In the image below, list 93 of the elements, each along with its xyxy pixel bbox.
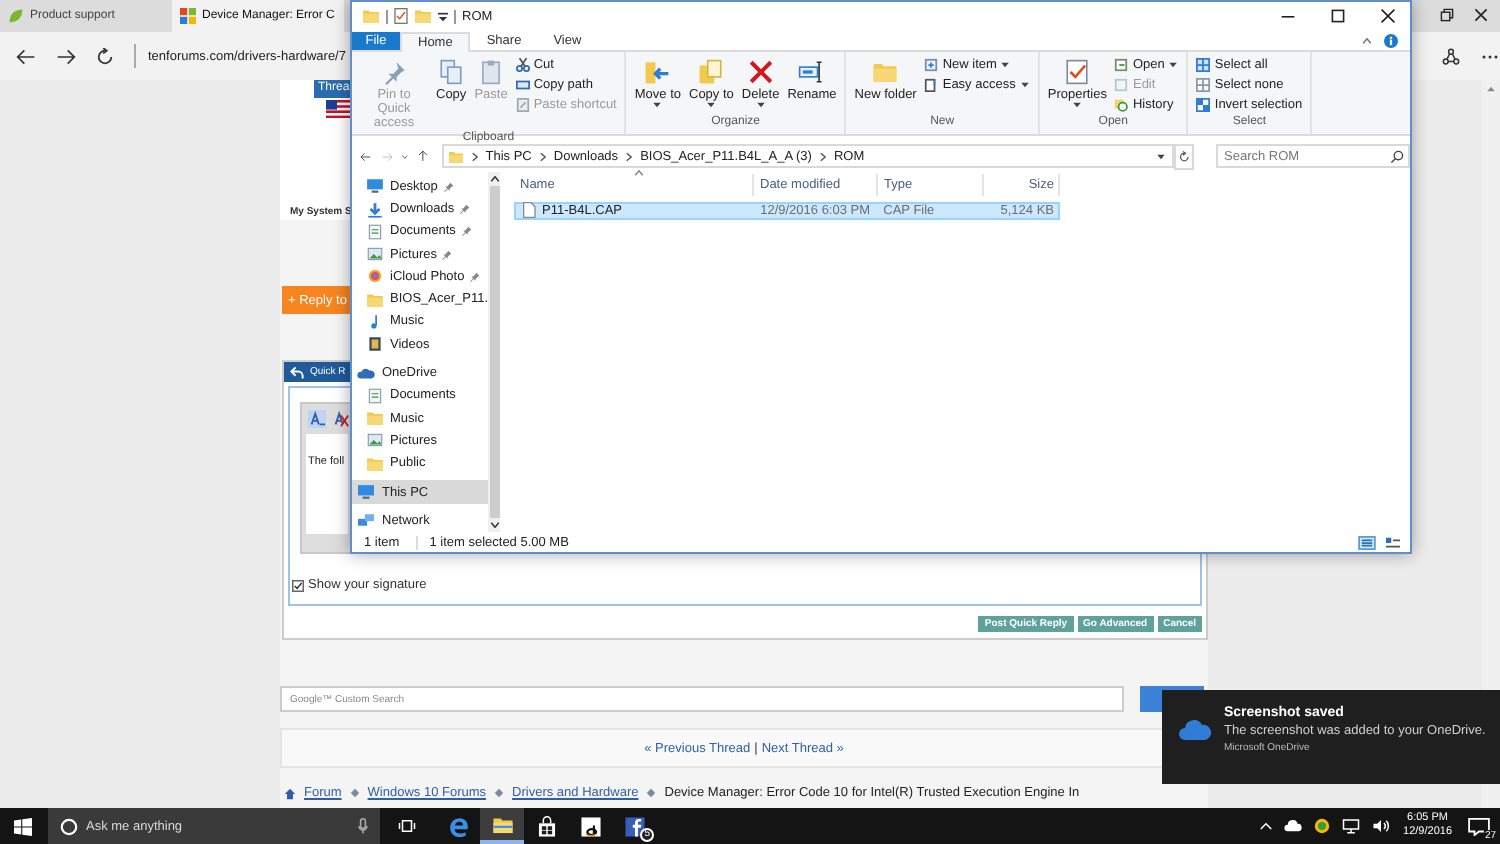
folder-pages-icon	[698, 57, 725, 86]
scroll-up-icon	[1486, 86, 1496, 92]
delete-icon	[747, 57, 774, 86]
help-icon[interactable]	[1384, 33, 1398, 48]
f-tile-icon	[623, 815, 645, 837]
four-squares-icon	[180, 8, 196, 24]
folder-arrow-icon	[644, 57, 671, 86]
volume-icon[interactable]	[1371, 818, 1390, 834]
network-icon	[356, 512, 376, 529]
shopping-bag-icon	[535, 815, 557, 837]
document-icon	[366, 387, 384, 404]
task-view-button[interactable]	[398, 818, 416, 834]
chevron-icon	[539, 151, 546, 162]
signature-checkbox[interactable]	[292, 579, 304, 591]
details-view-button[interactable]	[1358, 535, 1376, 549]
chevron-icon	[626, 151, 633, 162]
edit-icon	[1114, 78, 1129, 93]
home-icon	[284, 787, 296, 799]
chevron-icon	[819, 151, 826, 162]
breadcrumb-separator-icon	[646, 788, 657, 798]
new-item-icon	[924, 58, 939, 73]
document-icon	[366, 223, 384, 240]
folder-icon	[366, 455, 384, 472]
flower-icon	[366, 268, 384, 285]
properties-icon[interactable]	[394, 8, 408, 25]
back-button[interactable]	[16, 47, 36, 65]
tray-app-icon[interactable]	[1313, 818, 1330, 834]
show-hidden-icons-button[interactable]	[1259, 822, 1272, 830]
font-icon[interactable]	[308, 410, 326, 428]
close-button[interactable]	[1380, 8, 1396, 25]
scroll-thumb[interactable]	[489, 185, 500, 519]
folder-icon	[366, 410, 384, 427]
pushpin-icon	[381, 57, 407, 86]
letter-a-tile-icon	[579, 815, 601, 837]
dropdown-icon	[1155, 153, 1166, 160]
collapse-ribbon-icon[interactable]	[1362, 37, 1372, 44]
page-shortcut-icon	[515, 98, 530, 113]
start-button[interactable]	[14, 817, 32, 835]
share-button[interactable]	[1442, 47, 1460, 65]
path-icon	[515, 78, 530, 93]
cloud-icon	[1178, 718, 1212, 742]
speech-bubble-icon	[1467, 817, 1489, 835]
folder-icon	[414, 8, 432, 25]
leaf-icon	[8, 8, 24, 24]
breadcrumb-separator-icon	[494, 788, 505, 798]
film-icon	[366, 336, 384, 353]
more-button[interactable]	[1480, 53, 1500, 59]
folder-icon	[491, 813, 513, 835]
up-button[interactable]	[417, 148, 428, 165]
edge-e-icon	[447, 815, 469, 837]
maximize-button[interactable]	[1330, 8, 1346, 25]
file-icon	[522, 202, 536, 219]
scroll-down-icon	[489, 522, 500, 529]
checker-grid-icon	[1196, 98, 1211, 113]
taskbar-app-button[interactable]	[480, 808, 524, 844]
page-icon	[924, 78, 939, 93]
checklist-icon	[1064, 57, 1091, 86]
search-icon	[1390, 149, 1405, 164]
sort-caret-icon	[634, 169, 644, 176]
cloud-icon	[356, 365, 376, 382]
close-button[interactable]	[1474, 8, 1488, 22]
spell-check-icon[interactable]	[332, 410, 350, 428]
chevron-icon	[471, 151, 478, 162]
picture-icon	[366, 246, 384, 263]
scrollbar[interactable]	[488, 171, 500, 533]
scroll-up-icon	[489, 175, 500, 182]
history-icon	[1114, 98, 1129, 113]
picture-icon	[366, 432, 384, 449]
grid-icon	[1196, 58, 1211, 73]
monitor-icon	[366, 178, 384, 195]
monitor-icon	[356, 484, 376, 501]
grid-icon	[1196, 78, 1211, 93]
open-icon	[1114, 58, 1129, 73]
breadcrumb-separator-icon	[349, 788, 360, 798]
reply-arrow-icon	[290, 365, 304, 379]
download-arrow-icon	[366, 201, 384, 217]
customize-toolbar-icon[interactable]	[438, 11, 448, 22]
tiles-view-button[interactable]	[1384, 535, 1402, 549]
microphone-icon	[358, 818, 368, 834]
folder-icon	[366, 291, 384, 308]
refresh-button[interactable]	[96, 47, 114, 65]
folder-icon	[362, 8, 380, 25]
back-button[interactable]	[360, 149, 372, 164]
cloud-icon[interactable]	[1283, 820, 1302, 832]
network-icon[interactable]	[1341, 818, 1360, 834]
recent-locations-button[interactable]	[402, 153, 408, 160]
forward-button[interactable]	[56, 47, 76, 65]
restore-button[interactable]	[1440, 8, 1454, 22]
text-cursor-icon	[798, 57, 825, 86]
pages-icon	[438, 57, 465, 86]
scissors-icon	[515, 58, 530, 73]
folder-icon	[447, 149, 464, 164]
clipboard-icon	[478, 57, 504, 86]
